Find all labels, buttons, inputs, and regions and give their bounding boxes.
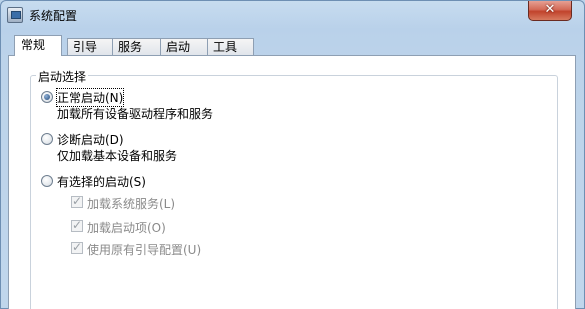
normal-startup-label[interactable]: 正常启动(N): [55, 88, 125, 107]
system-config-app-icon: [7, 7, 23, 23]
title-bar[interactable]: 系统配置 ✕: [1, 1, 585, 31]
tab-startup[interactable]: 启动: [160, 38, 208, 56]
diagnostic-startup-description: 仅加载基本设备和服务: [57, 149, 178, 163]
diagnostic-startup-label[interactable]: 诊断启动(D): [57, 131, 124, 148]
use-original-boot-config-checkbox[interactable]: [71, 240, 83, 254]
diagnostic-startup-radio[interactable]: [41, 133, 53, 145]
load-system-services-checkbox[interactable]: [71, 194, 83, 208]
use-original-boot-config-label: 使用原有引导配置(U): [87, 243, 202, 257]
normal-startup-radio[interactable]: [41, 91, 53, 103]
tab-services[interactable]: 服务: [112, 38, 161, 56]
load-system-services-label: 加载系统服务(L): [87, 197, 176, 211]
normal-startup-description: 加载所有设备驱动程序和服务: [57, 107, 214, 121]
tab-tools[interactable]: 工具: [207, 38, 254, 56]
window-title: 系统配置: [29, 9, 78, 23]
close-button[interactable]: ✕: [528, 1, 572, 21]
tab-boot[interactable]: 引导: [67, 38, 113, 56]
selective-startup-label[interactable]: 有选择的启动(S): [57, 173, 146, 190]
tab-general[interactable]: 常规: [14, 35, 62, 56]
load-startup-items-checkbox[interactable]: [71, 218, 83, 232]
selective-startup-radio[interactable]: [41, 175, 53, 187]
startup-selection-legend: 启动选择: [36, 68, 89, 85]
load-startup-items-label: 加载启动项(O): [87, 221, 166, 235]
